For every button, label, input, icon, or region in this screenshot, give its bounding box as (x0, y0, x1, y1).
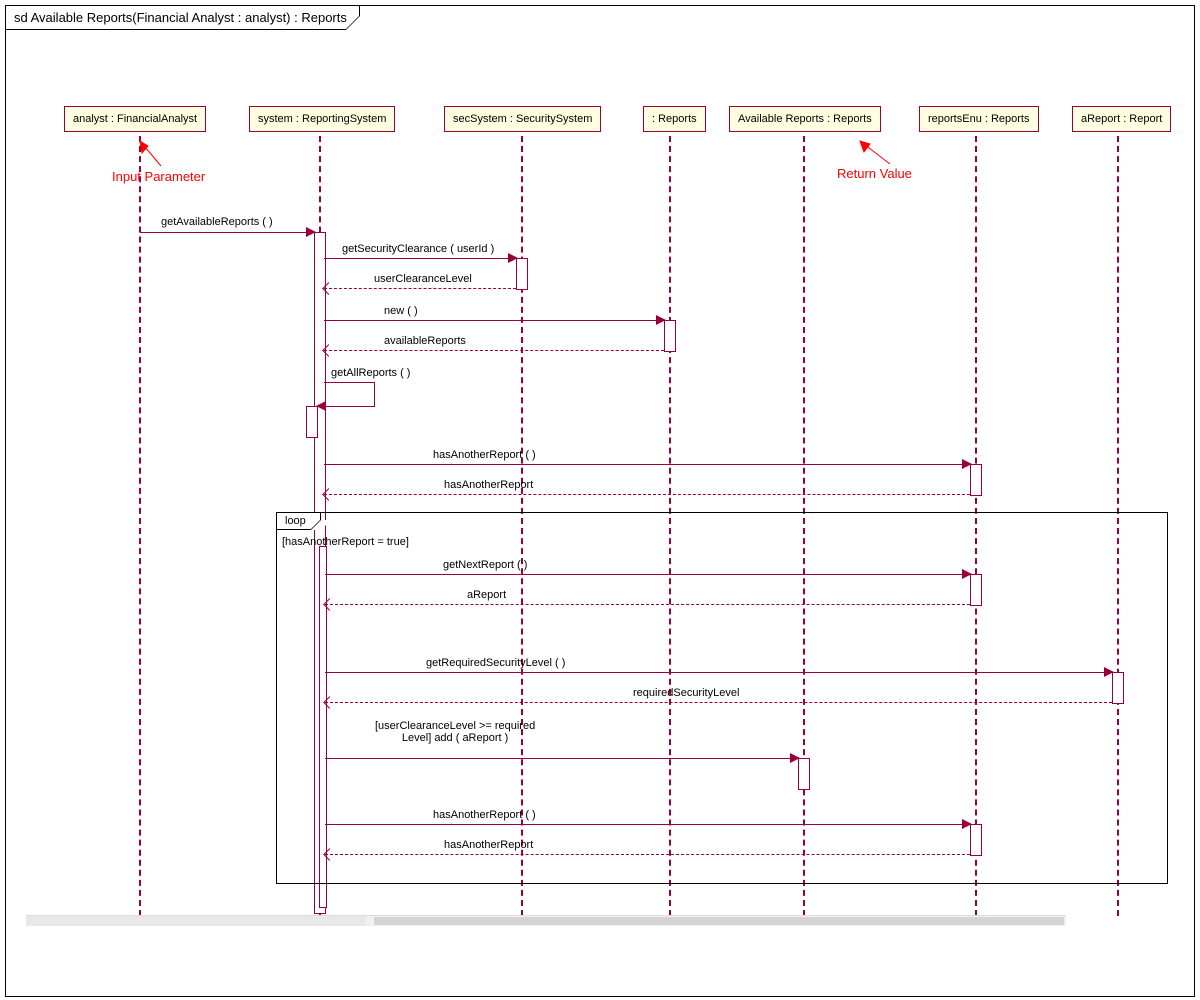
return-line (325, 604, 970, 605)
loop-guard: [hasAnotherReport = true] (282, 536, 409, 548)
return-line (324, 350, 664, 351)
lifeline-available-reports: Available Reports : Reports (729, 106, 881, 132)
msg-getsecurityclearance: getSecurityClearance ( userId ) (342, 243, 494, 255)
arrow-icon (656, 315, 666, 325)
msg-getrequiredsecuritylevel: getRequiredSecurityLevel ( ) (426, 657, 565, 669)
horizontal-scrollbar-track (26, 915, 366, 926)
arrow-icon (306, 227, 316, 237)
arrow-icon (1104, 667, 1114, 677)
msg-getnextreport: getNextReport ( ) (443, 559, 527, 571)
lifeline-analyst: analyst : FinancialAnalyst (64, 106, 206, 132)
message-line (325, 824, 970, 825)
arrow-icon (508, 253, 518, 263)
msg-hasanotherreport: hasAnotherReport ( ) (433, 449, 536, 461)
arrow-icon (316, 401, 326, 411)
return-line (325, 854, 970, 855)
message-line (140, 232, 314, 233)
lifeline-secsystem: secSystem : SecuritySystem (444, 106, 601, 132)
annotation-return: Return Value (837, 166, 912, 181)
lifeline-system: system : ReportingSystem (249, 106, 395, 132)
return-line (324, 288, 516, 289)
message-line (325, 574, 970, 575)
arrow-icon (790, 753, 800, 763)
message-line (325, 672, 1112, 673)
msg-hasanotherreport-loop: hasAnotherReport ( ) (433, 809, 536, 821)
frame-title: sd Available Reports(Financial Analyst :… (14, 10, 347, 25)
msg-requiredsecuritylevel: requiredSecurityLevel (633, 687, 739, 699)
lifeline-reportsenu: reportsEnu : Reports (919, 106, 1039, 132)
arrow-icon (962, 569, 972, 579)
message-line (324, 464, 970, 465)
msg-add-areport: [userClearanceLevel >= requiredLevel] ad… (375, 720, 535, 744)
arrow-icon (962, 459, 972, 469)
lifeline-dash (139, 136, 141, 916)
msg-userclearancelevel: userClearanceLevel (374, 273, 472, 285)
return-line (325, 702, 1112, 703)
msg-areport-return: aReport (467, 589, 506, 601)
lifeline-reports: : Reports (643, 106, 706, 132)
msg-hasanotherreport-return: hasAnotherReport (444, 479, 533, 491)
msg-getavailablereports: getAvailableReports ( ) (161, 216, 273, 228)
diagram-frame: sd Available Reports(Financial Analyst :… (5, 5, 1195, 997)
message-line (324, 320, 664, 321)
loop-label: loop (277, 513, 321, 530)
msg-hasanotherreport-loop-return: hasAnotherReport (444, 839, 533, 851)
annotation-input: Input Parameter (112, 169, 205, 184)
message-line (324, 258, 516, 259)
msg-getallreports: getAllReports ( ) (331, 367, 410, 379)
frame-title-tab: sd Available Reports(Financial Analyst :… (5, 5, 360, 30)
message-line (325, 758, 798, 759)
arrow-icon (962, 819, 972, 829)
msg-availablereports: availableReports (384, 335, 466, 347)
lifeline-areport: aReport : Report (1072, 106, 1171, 132)
message-line (324, 382, 375, 407)
return-line (324, 494, 970, 495)
msg-new: new ( ) (384, 305, 418, 317)
